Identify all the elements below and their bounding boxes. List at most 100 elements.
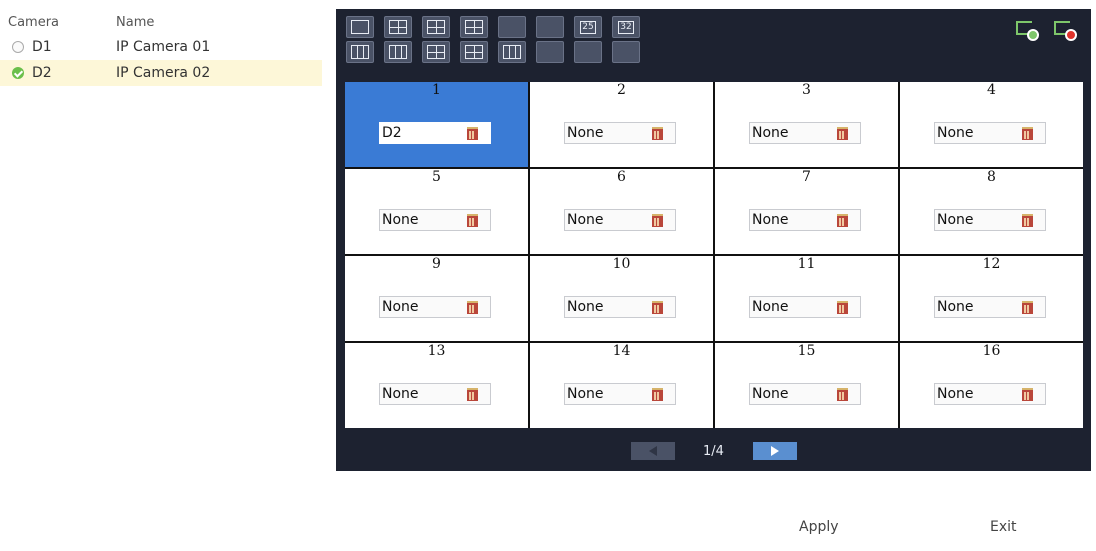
window-number: 12	[982, 256, 1001, 272]
window-channel-field[interactable]: None	[934, 122, 1046, 144]
camera-actions	[1015, 19, 1077, 41]
add-camera-icon[interactable]	[1015, 19, 1039, 41]
layout-9-button[interactable]	[498, 16, 530, 107]
channel-value: None	[752, 125, 789, 141]
camera-list: Camera Name D1 IP Camera 01 D2 IP Camera…	[0, 10, 322, 86]
window-number: 14	[612, 343, 631, 359]
trash-icon[interactable]	[652, 301, 663, 314]
window-channel-field[interactable]: None	[564, 296, 676, 318]
layout-alt5-button[interactable]	[574, 41, 606, 132]
arrow-right-icon	[770, 446, 779, 456]
camera-list-header: Camera Name	[0, 10, 322, 34]
window-channel-field[interactable]: None	[379, 209, 491, 231]
trash-icon[interactable]	[837, 127, 848, 140]
layout-alt3-button[interactable]	[498, 41, 526, 63]
trash-icon[interactable]	[652, 127, 663, 140]
channel-value: None	[937, 386, 974, 402]
window-channel-field[interactable]: None	[749, 383, 861, 405]
layout-32-icon: 32	[618, 20, 634, 34]
window-number: 4	[987, 82, 996, 98]
trash-icon[interactable]	[1022, 214, 1033, 227]
window-channel-field[interactable]: None	[749, 209, 861, 231]
window-channel-field[interactable]: None	[564, 383, 676, 405]
layout-4-button[interactable]	[384, 16, 412, 38]
previous-page-button[interactable]	[630, 442, 675, 460]
window-cell-11[interactable]: 11 None	[715, 256, 898, 341]
delete-camera-icon[interactable]	[1053, 19, 1077, 41]
window-cell-2[interactable]: 2 None	[530, 82, 713, 167]
selected-check-icon[interactable]	[12, 67, 24, 79]
window-cell-1[interactable]: 1 D2	[345, 82, 528, 167]
trash-icon[interactable]	[467, 214, 478, 227]
layout-8-icon	[465, 20, 483, 34]
layout-alt2-button[interactable]	[460, 41, 488, 63]
trash-icon[interactable]	[1022, 127, 1033, 140]
window-channel-field[interactable]: None	[934, 383, 1046, 405]
channel-value: None	[382, 299, 419, 315]
window-cell-13[interactable]: 13 None	[345, 343, 528, 428]
layout-alt4-button[interactable]	[536, 41, 568, 132]
window-number: 6	[617, 169, 626, 185]
layout-4col-icon	[389, 45, 407, 59]
window-channel-field[interactable]: None	[564, 209, 676, 231]
window-cell-10[interactable]: 10 None	[530, 256, 713, 341]
layout-25-icon: 25	[580, 20, 596, 34]
channel-value: None	[567, 125, 604, 141]
window-cell-7[interactable]: 7 None	[715, 169, 898, 254]
trash-icon[interactable]	[837, 214, 848, 227]
layout-4col-button[interactable]	[384, 41, 412, 63]
layout-32-button[interactable]: 32	[612, 16, 640, 38]
window-cell-5[interactable]: 5 None	[345, 169, 528, 254]
window-number: 16	[982, 343, 1001, 359]
window-number: 7	[802, 169, 811, 185]
window-grid: 1 D2 2 None 3 None 4 None 5 None 6 None 7 None …	[345, 82, 1083, 428]
window-cell-12[interactable]: 12 None	[900, 256, 1083, 341]
window-cell-6[interactable]: 6 None	[530, 169, 713, 254]
layout-1-icon	[351, 20, 369, 34]
camera-row-d2[interactable]: D2 IP Camera 02	[0, 60, 322, 86]
layout-alt6-button[interactable]	[612, 41, 644, 132]
window-channel-field[interactable]: None	[379, 296, 491, 318]
window-cell-8[interactable]: 8 None	[900, 169, 1083, 254]
trash-icon[interactable]	[652, 388, 663, 401]
layout-6-button[interactable]	[422, 16, 450, 38]
trash-icon[interactable]	[1022, 388, 1033, 401]
layout-25-button[interactable]: 25	[574, 16, 602, 38]
window-channel-field[interactable]: None	[934, 296, 1046, 318]
window-channel-field[interactable]: None	[749, 122, 861, 144]
window-cell-3[interactable]: 3 None	[715, 82, 898, 167]
camera-row-d1[interactable]: D1 IP Camera 01	[0, 34, 322, 60]
window-cell-16[interactable]: 16 None	[900, 343, 1083, 428]
window-channel-field[interactable]: None	[934, 209, 1046, 231]
channel-value: None	[937, 212, 974, 228]
layout-3col-button[interactable]	[346, 41, 374, 63]
trash-icon[interactable]	[837, 388, 848, 401]
name-column-header: Name	[116, 14, 155, 30]
trash-icon[interactable]	[837, 301, 848, 314]
exit-button[interactable]: Exit	[990, 519, 1017, 535]
window-cell-4[interactable]: 4 None	[900, 82, 1083, 167]
unselected-radio-icon[interactable]	[12, 41, 24, 53]
window-channel-field[interactable]: D2	[379, 122, 491, 144]
window-cell-14[interactable]: 14 None	[530, 343, 713, 428]
trash-icon[interactable]	[1022, 301, 1033, 314]
layout-alt1-button[interactable]	[422, 41, 450, 63]
trash-icon[interactable]	[652, 214, 663, 227]
window-cell-15[interactable]: 15 None	[715, 343, 898, 428]
window-channel-field[interactable]: None	[749, 296, 861, 318]
layout-1-button[interactable]	[346, 16, 374, 38]
trash-icon[interactable]	[467, 127, 478, 140]
arrow-left-icon	[648, 446, 657, 456]
layout-6-icon	[427, 20, 445, 34]
camera-name: IP Camera 01	[116, 39, 211, 55]
next-page-button[interactable]	[752, 442, 797, 460]
layout-16-button[interactable]	[536, 16, 568, 107]
trash-icon[interactable]	[467, 388, 478, 401]
window-cell-9[interactable]: 9 None	[345, 256, 528, 341]
window-channel-field[interactable]: None	[564, 122, 676, 144]
apply-button[interactable]: Apply	[799, 519, 839, 535]
window-channel-field[interactable]: None	[379, 383, 491, 405]
trash-icon[interactable]	[467, 301, 478, 314]
layout-8-button[interactable]	[460, 16, 488, 38]
channel-value: None	[752, 299, 789, 315]
